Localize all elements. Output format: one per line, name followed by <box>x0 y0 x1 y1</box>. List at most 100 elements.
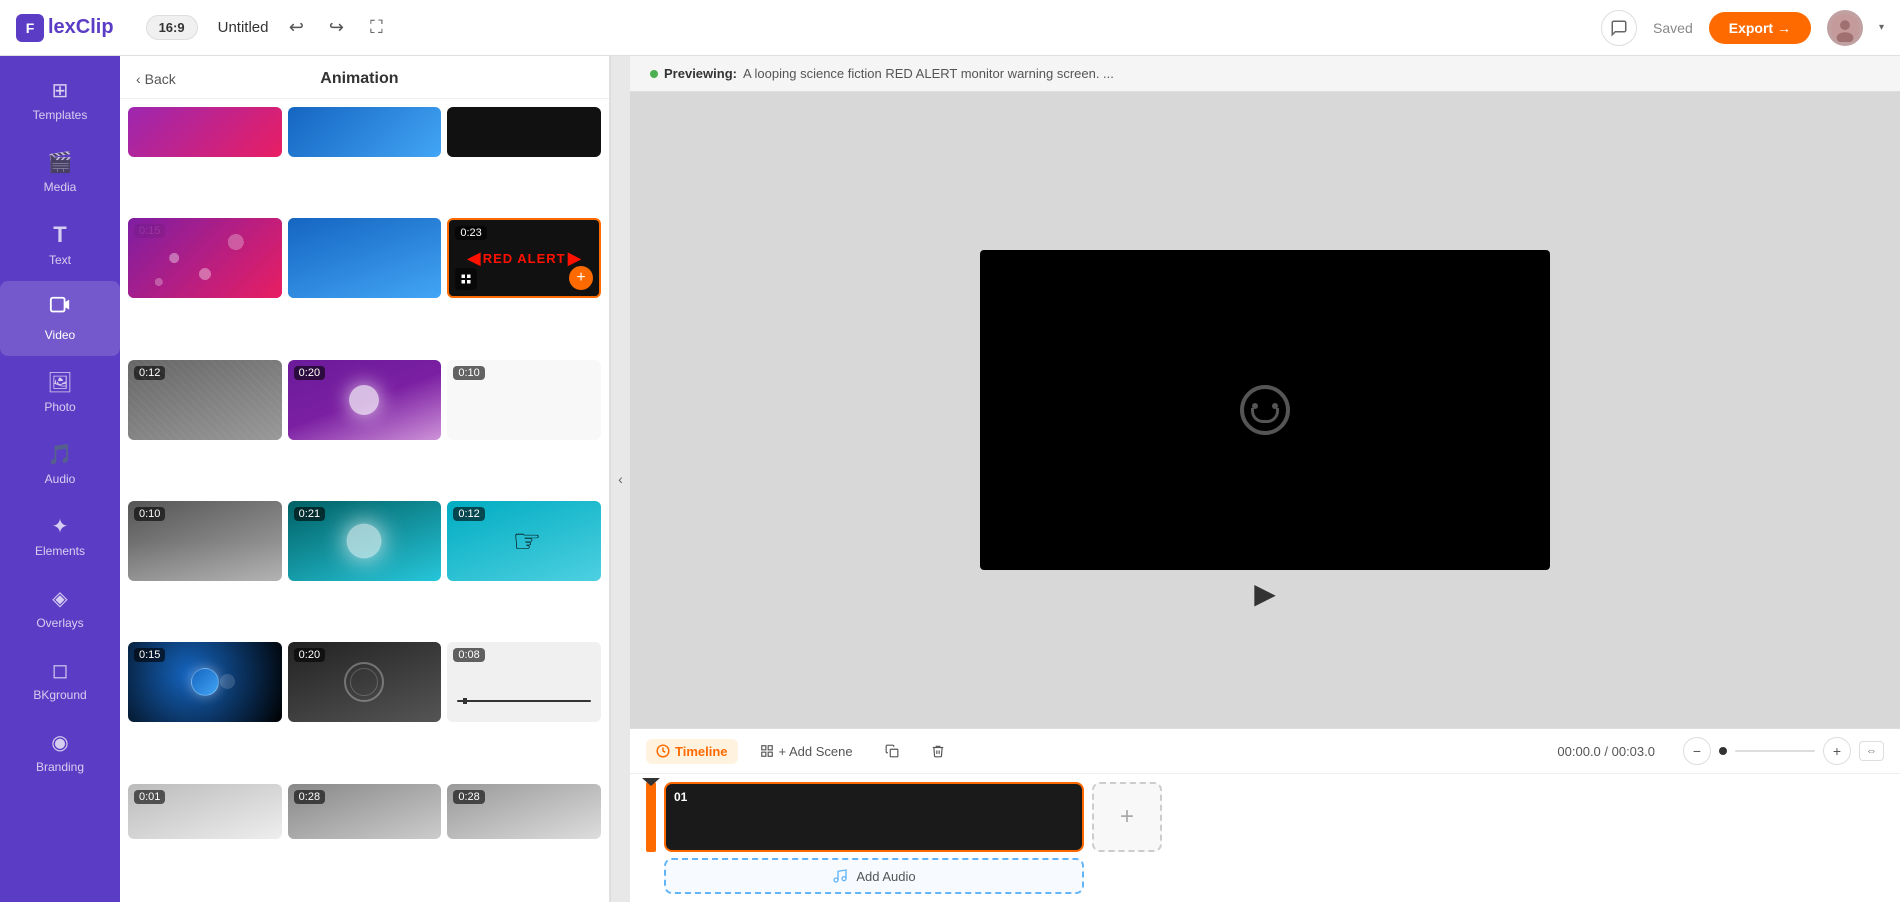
sidebar-item-text[interactable]: T Text <box>0 208 120 281</box>
zoom-in-button[interactable]: + <box>1823 737 1851 765</box>
duration-badge-9: 0:12 <box>453 507 484 521</box>
video-thumb-partial1[interactable] <box>128 107 282 157</box>
video-thumb-12[interactable]: 0:08 <box>447 642 601 722</box>
sidebar-item-bkground[interactable]: ◻ BKground <box>0 644 120 716</box>
duration-badge-14: 0:28 <box>294 790 325 804</box>
avatar[interactable] <box>1827 10 1863 46</box>
chat-button[interactable] <box>1601 10 1637 46</box>
timeline-tracks: 01 + Add Audio <box>646 782 1162 894</box>
bottom-section: Timeline + Add Scene <box>630 728 1900 902</box>
saved-status: Saved <box>1653 20 1693 36</box>
sidebar-item-label-branding: Branding <box>36 760 84 774</box>
fullscreen-button[interactable]: ⛶ <box>360 12 392 44</box>
bkground-icon: ◻ <box>52 658 69 683</box>
video-thumb-10[interactable]: 0:15 <box>128 642 282 722</box>
video-thumb-9[interactable]: 0:12 ☞ <box>447 501 601 581</box>
video-thumb-2[interactable]: 0:13 <box>288 218 442 298</box>
video-thumb-3[interactable]: 0:23 ◀ RED ALERT ▶ + <box>447 218 601 298</box>
sidebar-item-label-text: Text <box>49 253 71 267</box>
video-thumb-partial3[interactable] <box>447 107 601 157</box>
avatar-chevron-icon[interactable]: ▾ <box>1879 22 1884 33</box>
video-frame-wrapper: ▶ <box>980 250 1550 570</box>
add-scene-button[interactable]: + Add Scene <box>750 739 863 764</box>
collapse-panel-tab[interactable]: ‹ <box>610 56 630 902</box>
edit-controls: ↩ ↪ ⛶ <box>280 12 392 44</box>
duration-badge-10: 0:15 <box>134 648 165 662</box>
preview-btn-3[interactable] <box>455 268 477 290</box>
duration-badge-12: 0:08 <box>453 648 484 662</box>
preview-canvas-area: ▶ <box>630 92 1900 728</box>
video-frame <box>980 250 1550 570</box>
top-bar: F lexClip 16:9 Untitled ↩ ↪ ⛶ Saved Expo… <box>0 0 1900 56</box>
video-thumb-15[interactable]: 0:28 <box>447 784 601 839</box>
video-thumb-8[interactable]: 0:21 <box>288 501 442 581</box>
video-thumb-partial2[interactable] <box>288 107 442 157</box>
video-thumb-13[interactable]: 0:01 <box>128 784 282 839</box>
duplicate-scene-button[interactable] <box>875 739 909 763</box>
video-grid: 0:15 0:13 0:23 ◀ RED ALERT ▶ <box>120 99 609 902</box>
zoom-dot <box>1719 747 1727 755</box>
app-logo: F lexClip <box>16 14 114 42</box>
redo-button[interactable]: ↪ <box>320 12 352 44</box>
duration-badge-3: 0:23 <box>455 226 486 240</box>
sidebar-item-templates[interactable]: ⊞ Templates <box>0 64 120 136</box>
duration-badge-8: 0:21 <box>294 507 325 521</box>
left-sidebar: ⊞ Templates 🎬 Media T Text Video 🖼 Photo <box>0 56 120 902</box>
export-button[interactable]: Export → <box>1709 12 1811 44</box>
audio-track-row: Add Audio <box>664 858 1162 894</box>
sidebar-item-video[interactable]: Video <box>0 281 120 356</box>
main-layout: ⊞ Templates 🎬 Media T Text Video 🖼 Photo <box>0 56 1900 902</box>
delete-scene-button[interactable] <box>921 739 955 763</box>
duration-badge-7: 0:10 <box>134 507 165 521</box>
preview-description: A looping science fiction RED ALERT moni… <box>743 66 1114 81</box>
photo-icon: 🖼 <box>47 370 72 395</box>
sidebar-item-photo[interactable]: 🖼 Photo <box>0 356 120 428</box>
audio-icon: 🎵 <box>48 442 73 467</box>
video-thumb-1[interactable]: 0:15 <box>128 218 282 298</box>
sidebar-item-media[interactable]: 🎬 Media <box>0 136 120 208</box>
video-thumb-5[interactable]: 0:20 <box>288 360 442 440</box>
add-audio-track[interactable]: Add Audio <box>664 858 1084 894</box>
templates-icon: ⊞ <box>52 78 69 103</box>
add-audio-label: Add Audio <box>856 869 915 884</box>
zoom-out-button[interactable]: − <box>1683 737 1711 765</box>
aspect-ratio-badge[interactable]: 16:9 <box>146 15 198 40</box>
text-icon: T <box>53 222 66 248</box>
sidebar-item-branding[interactable]: ◉ Branding <box>0 716 120 788</box>
zoom-slider[interactable] <box>1735 750 1815 752</box>
logo-icon: F <box>16 14 44 42</box>
timeline-tab[interactable]: Timeline <box>646 739 738 764</box>
duration-badge-6: 0:10 <box>453 366 484 380</box>
timeline-cursor <box>646 782 656 852</box>
add-scene-btn[interactable]: + <box>1092 782 1162 852</box>
video-thumb-6[interactable]: 0:10 <box>447 360 601 440</box>
scene-block-1[interactable]: 01 <box>664 782 1084 852</box>
video-icon <box>49 295 71 323</box>
video-thumb-14[interactable]: 0:28 <box>288 784 442 839</box>
play-button[interactable]: ▶ <box>1254 577 1276 610</box>
add-scene-label: + Add Scene <box>779 744 853 759</box>
sidebar-item-elements[interactable]: ✦ Elements <box>0 500 120 572</box>
branding-icon: ◉ <box>51 730 68 755</box>
animation-panel: ‹ Back Animation 0:15 0:13 <box>120 56 610 902</box>
fit-button[interactable]: ⇔ <box>1859 741 1884 761</box>
undo-button[interactable]: ↩ <box>280 12 312 44</box>
timeline-time: 00:00.0 / 00:03.0 <box>1557 744 1655 759</box>
back-chevron-icon: ‹ <box>136 71 141 87</box>
sidebar-item-label-photo: Photo <box>44 400 75 414</box>
overlays-icon: ◈ <box>52 586 67 611</box>
sidebar-item-audio[interactable]: 🎵 Audio <box>0 428 120 500</box>
preview-info-bar: Previewing: A looping science fiction RE… <box>630 56 1900 92</box>
sidebar-item-overlays[interactable]: ◈ Overlays <box>0 572 120 644</box>
video-thumb-11[interactable]: 0:20 <box>288 642 442 722</box>
loading-spinner <box>1240 385 1290 435</box>
project-title[interactable]: Untitled <box>218 19 269 36</box>
sidebar-item-label-media: Media <box>44 180 77 194</box>
preview-label: Previewing: <box>664 66 737 81</box>
back-button[interactable]: ‹ Back <box>136 71 176 87</box>
video-thumb-4[interactable]: 0:12 <box>128 360 282 440</box>
sidebar-item-label-elements: Elements <box>35 544 85 558</box>
sidebar-item-label-bkground: BKground <box>33 688 86 702</box>
video-thumb-7[interactable]: 0:10 <box>128 501 282 581</box>
panel-title: Animation <box>186 70 533 88</box>
